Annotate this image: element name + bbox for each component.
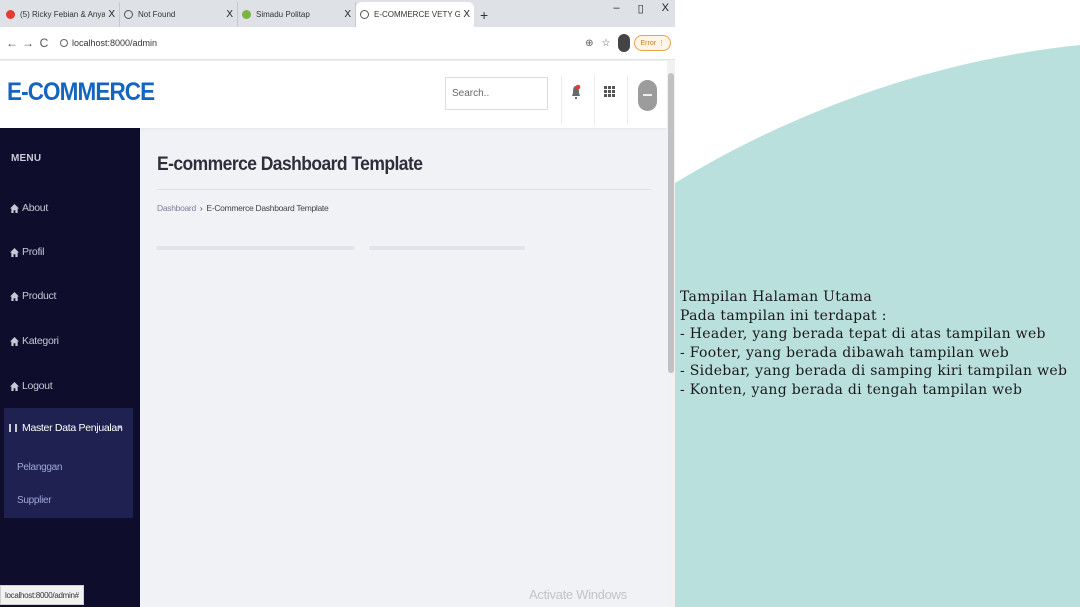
content-card — [156, 246, 355, 250]
note-line: Pada tampilan ini terdapat : — [680, 307, 887, 324]
error-label: Error — [640, 40, 657, 47]
tab-label: Simadu Politap — [256, 10, 310, 19]
home-icon — [10, 291, 19, 301]
search-input[interactable]: Search.. — [445, 77, 548, 110]
sidebar-item-label: Profil — [22, 246, 45, 258]
browser-tab[interactable]: Simadu Politap X — [238, 2, 356, 27]
star-icon[interactable]: ☆ — [602, 38, 611, 49]
back-arrow-icon[interactable]: ← — [4, 36, 20, 50]
home-icon — [10, 203, 19, 213]
sidebar-item-profil[interactable]: Profil — [10, 246, 44, 258]
page-title: E-commerce Dashboard Template — [157, 154, 423, 175]
home-icon — [10, 381, 19, 391]
zoom-icon[interactable]: ⊕ — [585, 38, 593, 49]
site-header: E-COMMERCE Search.. — [0, 61, 667, 128]
note-line: Tampilan Halaman Utama — [680, 289, 873, 305]
activate-windows-watermark: Activate Windows — [529, 587, 627, 602]
browser-tab[interactable]: Not Found X — [120, 2, 238, 27]
divider — [561, 75, 562, 125]
sidebar-item-label: Product — [22, 290, 57, 302]
breadcrumb-separator: › — [199, 203, 203, 213]
status-bar-url: localhost:8000/admin# — [0, 585, 84, 605]
note-line: - Konten, yang berada di tengah tampilan… — [680, 381, 1023, 398]
content-card — [369, 246, 525, 250]
breadcrumb-current: E-Commerce Dashboard Template — [206, 203, 329, 213]
main-content: E-commerce Dashboard Template Dashboard … — [140, 128, 667, 607]
tab-label: (5) Ricky Febian & Anya Geraldin — [20, 10, 106, 19]
url-text: localhost:8000/admin — [72, 38, 158, 48]
globe-icon — [360, 10, 369, 19]
home-icon — [10, 336, 19, 346]
web-page: E-COMMERCE Search.. MENU About Profil Pr… — [0, 61, 667, 607]
sidebar-item-label: About — [22, 202, 48, 214]
site-logo-icon — [242, 10, 251, 19]
apps-grid-icon[interactable] — [604, 86, 615, 97]
slide: Tampilan Halaman Utama Pada tampilan ini… — [0, 0, 1080, 607]
sidebar-subitem-pelanggan[interactable]: Pelanggan — [17, 462, 62, 473]
sidebar-item-product[interactable]: Product — [10, 290, 56, 302]
new-tab-button[interactable]: + — [474, 7, 494, 27]
youtube-icon — [6, 10, 15, 19]
sidebar-group-master-data: Master Data Penjualan ▼ Pelanggan Suppli… — [4, 408, 133, 518]
divider — [627, 75, 628, 125]
scrollbar-thumb[interactable] — [668, 73, 674, 373]
master-data-toggle[interactable]: Master Data Penjualan — [9, 422, 123, 434]
close-tab-icon[interactable]: X — [226, 9, 233, 20]
description-text: Tampilan Halaman Utama Pada tampilan ini… — [680, 288, 1075, 400]
address-bar: ← → C localhost:8000/admin ⊕ ☆ Error ⋮ — [0, 27, 675, 60]
tab-label: Not Found — [138, 10, 176, 19]
sidebar-subitem-supplier[interactable]: Supplier — [17, 495, 52, 506]
error-button[interactable]: Error ⋮ — [634, 35, 671, 51]
note-line: - Header, yang berada tepat di atas tamp… — [680, 326, 1046, 343]
menu-heading: MENU — [11, 153, 42, 164]
close-tab-icon[interactable]: X — [344, 9, 351, 20]
profile-avatar[interactable] — [618, 34, 631, 52]
sidebar-item-label: Kategori — [22, 335, 59, 347]
sidebar-item-label: Logout — [22, 380, 53, 392]
reload-icon[interactable]: C — [36, 36, 52, 50]
window-controls: – ▯ X — [613, 2, 669, 15]
close-window-button[interactable]: X — [662, 2, 669, 15]
close-tab-icon[interactable]: X — [108, 9, 115, 20]
close-tab-icon[interactable]: X — [463, 9, 470, 20]
caret-down-icon[interactable]: ▼ — [117, 425, 123, 431]
maximize-button[interactable]: ▯ — [638, 2, 644, 15]
browser-tab[interactable]: (5) Ricky Febian & Anya Geraldin X — [2, 2, 120, 27]
sidebar-item-about[interactable]: About — [10, 202, 48, 214]
breadcrumb-home-link[interactable]: Dashboard — [157, 203, 196, 213]
sidebar: MENU About Profil Product Kategori Logou… — [0, 128, 140, 607]
home-icon — [10, 247, 19, 257]
sidebar-item-logout[interactable]: Logout — [10, 380, 53, 392]
forward-arrow-icon[interactable]: → — [20, 36, 36, 50]
bell-icon[interactable] — [571, 83, 581, 101]
page-scrollbar[interactable] — [667, 61, 675, 607]
user-avatar[interactable] — [638, 80, 657, 111]
note-line: - Sidebar, yang berada di samping kiri t… — [680, 363, 1068, 380]
browser-window: (5) Ricky Febian & Anya Geraldin X Not F… — [0, 0, 675, 607]
master-data-label: Master Data Penjualan — [22, 422, 123, 434]
breadcrumb: Dashboard › E-Commerce Dashboard Templat… — [157, 203, 329, 213]
browser-tab-active[interactable]: E-COMMERCE VETY GUSTIAWATI X — [356, 2, 474, 27]
brand-logo[interactable]: E-COMMERCE — [7, 78, 155, 107]
bar-chart-icon — [9, 424, 17, 432]
divider — [157, 189, 651, 190]
tab-bar: (5) Ricky Febian & Anya Geraldin X Not F… — [0, 0, 675, 27]
sidebar-item-kategori[interactable]: Kategori — [10, 335, 59, 347]
minimize-button[interactable]: – — [613, 2, 619, 15]
url-field[interactable]: localhost:8000/admin — [60, 38, 577, 48]
divider — [594, 75, 595, 125]
info-icon[interactable] — [60, 39, 68, 47]
note-line: - Footer, yang berada dibawah tampilan w… — [680, 344, 1010, 361]
tab-label: E-COMMERCE VETY GUSTIAWATI — [374, 10, 461, 19]
globe-icon — [124, 10, 133, 19]
